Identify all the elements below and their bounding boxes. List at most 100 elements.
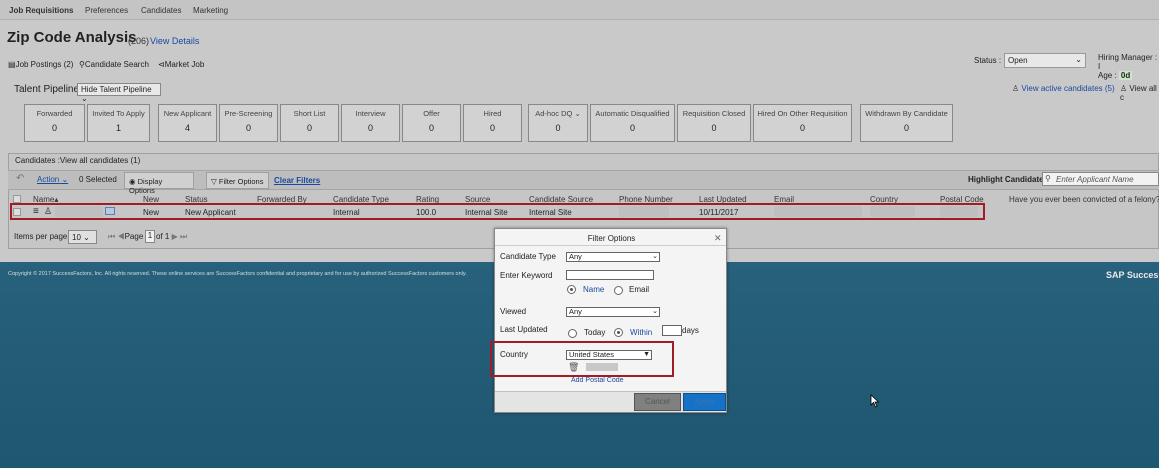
pager-nav: ⏮ ◀Page bbox=[108, 232, 143, 242]
page-of: of 1 ▶ ⏭ bbox=[156, 232, 187, 242]
stage-hired-on-other-requisition[interactable]: Hired On Other Requisition 0 bbox=[753, 104, 852, 142]
stage-ad-hoc-dq[interactable]: Ad-hoc DQ ⌄ 0 bbox=[528, 104, 588, 142]
job-postings-link[interactable]: ▤Job Postings (2) bbox=[8, 60, 73, 69]
view-all-candidates-link[interactable]: ♙ View all c bbox=[1120, 84, 1159, 102]
undo-icon[interactable]: ↶ bbox=[16, 173, 24, 184]
filter-icon: ▽ bbox=[211, 177, 217, 186]
view-active-label: View active candidates (5) bbox=[1021, 84, 1115, 93]
today-radio[interactable] bbox=[568, 329, 577, 338]
stage-count: 0 bbox=[245, 123, 251, 133]
stage-new-applicant[interactable]: New Applicant 4 bbox=[158, 104, 217, 142]
stage-label: Pre-Screening bbox=[224, 109, 273, 118]
nav-marketing[interactable]: Marketing bbox=[193, 6, 228, 15]
row-checkbox[interactable] bbox=[13, 208, 21, 216]
select-all-checkbox[interactable] bbox=[13, 195, 21, 203]
resume-icon[interactable] bbox=[105, 207, 115, 215]
action-menu[interactable]: Action ⌄ bbox=[37, 175, 68, 184]
stage-label: Requisition Closed bbox=[682, 109, 746, 118]
stage-label: Offer bbox=[423, 109, 440, 118]
stage-count: 0 bbox=[306, 123, 312, 133]
candidate-type-value: Any bbox=[569, 252, 582, 261]
stage-withdrawn-by-candidate[interactable]: Withdrawn By Candidate 0 bbox=[860, 104, 953, 142]
chevron-down-icon: ⌄ bbox=[81, 94, 88, 103]
nav-candidates[interactable]: Candidates bbox=[141, 6, 181, 15]
chevron-down-icon: ⌄ bbox=[652, 308, 658, 315]
row-candidate-source: Internal Site bbox=[529, 208, 572, 217]
prev-page-icon[interactable]: ◀ bbox=[117, 232, 124, 241]
stage-count: 0 bbox=[903, 123, 909, 133]
stage-pre-screening[interactable]: Pre-Screening 0 bbox=[219, 104, 278, 142]
stage-short-list[interactable]: Short List 0 bbox=[280, 104, 339, 142]
add-postal-code-link[interactable]: Add Postal Code bbox=[571, 377, 624, 384]
stage-count: 4 bbox=[184, 123, 190, 133]
stage-label: Short List bbox=[293, 109, 326, 118]
first-page-icon[interactable]: ⏮ bbox=[108, 232, 115, 241]
stage-label: New Applicant bbox=[163, 109, 212, 118]
page-size-select[interactable]: 10 ⌄ bbox=[68, 230, 97, 244]
stage-count: 0 bbox=[428, 123, 434, 133]
age-badge: 0d bbox=[1118, 71, 1133, 80]
row-source: Internal Site bbox=[465, 208, 508, 217]
keyword-label: Enter Keyword bbox=[500, 271, 553, 280]
nav-preferences[interactable]: Preferences bbox=[85, 6, 128, 15]
talent-pipeline-toggle[interactable]: Hide Talent Pipeline ⌄ bbox=[77, 83, 161, 103]
page-input[interactable]: 1 bbox=[145, 230, 155, 243]
apply-button[interactable]: Apply bbox=[683, 393, 726, 411]
filter-options-button[interactable]: ▽ Filter Options bbox=[206, 172, 269, 189]
last-page-icon[interactable]: ⏭ bbox=[180, 232, 187, 241]
stage-count: 0 bbox=[367, 123, 373, 133]
view-active-candidates-link[interactable]: ♙ View active candidates (5) bbox=[1012, 84, 1115, 93]
market-job-label: Market Job bbox=[164, 60, 205, 69]
viewed-label: Viewed bbox=[500, 307, 527, 316]
row-last-updated: 10/11/2017 bbox=[699, 208, 739, 217]
stage-count: 0 bbox=[799, 123, 805, 133]
stage-invited-to-apply[interactable]: Invited To Apply 1 bbox=[87, 104, 150, 142]
market-job-link[interactable]: ⊲Market Job bbox=[158, 60, 204, 69]
display-options-button[interactable]: ◉ Display Options bbox=[124, 172, 194, 195]
chevron-down-icon: ⌄ bbox=[652, 253, 658, 260]
stage-automatic-disqualified[interactable]: Automatic Disqualified 0 bbox=[590, 104, 675, 142]
days-input[interactable] bbox=[662, 325, 682, 336]
person-icon: ♙ bbox=[1012, 84, 1020, 93]
candidate-type-select[interactable]: Any ⌄ bbox=[566, 252, 660, 262]
highlight-candidate-label: Highlight Candidate bbox=[968, 175, 1044, 184]
search-icon: ⚲ bbox=[1045, 174, 1051, 183]
clear-filters-link[interactable]: Clear Filters bbox=[274, 176, 320, 185]
chevron-down-icon: ⌄ bbox=[1075, 55, 1082, 64]
cancel-button[interactable]: Cancel bbox=[634, 393, 681, 411]
days-label: days bbox=[682, 326, 699, 335]
name-radio-label: Name bbox=[583, 285, 605, 294]
applicant-search-input[interactable]: ⚲ Enter Applicant Name bbox=[1042, 172, 1159, 186]
nav-job-requisitions[interactable]: Job Requisitions bbox=[9, 6, 73, 15]
name-radio[interactable] bbox=[567, 285, 576, 294]
selected-count: 0 Selected bbox=[79, 175, 117, 184]
filter-options-dialog: Filter Options ✕ Candidate Type Any ⌄ Ent… bbox=[494, 228, 727, 413]
close-icon[interactable]: ✕ bbox=[714, 233, 722, 244]
stage-hired[interactable]: Hired 0 bbox=[463, 104, 522, 142]
mouse-cursor-icon bbox=[870, 394, 880, 408]
next-page-icon[interactable]: ▶ bbox=[172, 232, 178, 241]
keyword-input[interactable] bbox=[566, 270, 654, 280]
row-menu-icon[interactable]: ≡ bbox=[33, 206, 39, 217]
view-details-link[interactable]: View Details bbox=[150, 36, 199, 46]
col-felony-question[interactable]: Have you ever been convicted of a felony… bbox=[1009, 195, 1159, 204]
items-per-page-label: Items per page bbox=[14, 232, 68, 241]
postal-code-redacted bbox=[940, 206, 978, 217]
stage-requisition-closed[interactable]: Requisition Closed 0 bbox=[677, 104, 751, 142]
job-postings-label: Job Postings (2) bbox=[15, 60, 74, 69]
within-radio[interactable] bbox=[614, 328, 623, 337]
email-radio[interactable] bbox=[614, 286, 623, 295]
stage-label: Interview bbox=[355, 109, 386, 118]
stage-interview[interactable]: Interview 0 bbox=[341, 104, 400, 142]
status-select[interactable]: Open ⌄ bbox=[1004, 53, 1086, 68]
stage-label: Forwarded bbox=[36, 109, 73, 118]
candidate-search-link[interactable]: ⚲Candidate Search bbox=[79, 60, 149, 69]
viewed-select[interactable]: Any ⌄ bbox=[566, 307, 660, 317]
country-highlight-box bbox=[490, 341, 674, 377]
stage-offer[interactable]: Offer 0 bbox=[402, 104, 461, 142]
row-rating: 100.0 bbox=[416, 208, 437, 217]
stage-forwarded[interactable]: Forwarded 0 bbox=[24, 104, 85, 142]
candidate-search-label: Candidate Search bbox=[84, 60, 149, 69]
dialog-divider bbox=[495, 245, 726, 246]
candidate-name-redacted[interactable] bbox=[55, 206, 103, 217]
